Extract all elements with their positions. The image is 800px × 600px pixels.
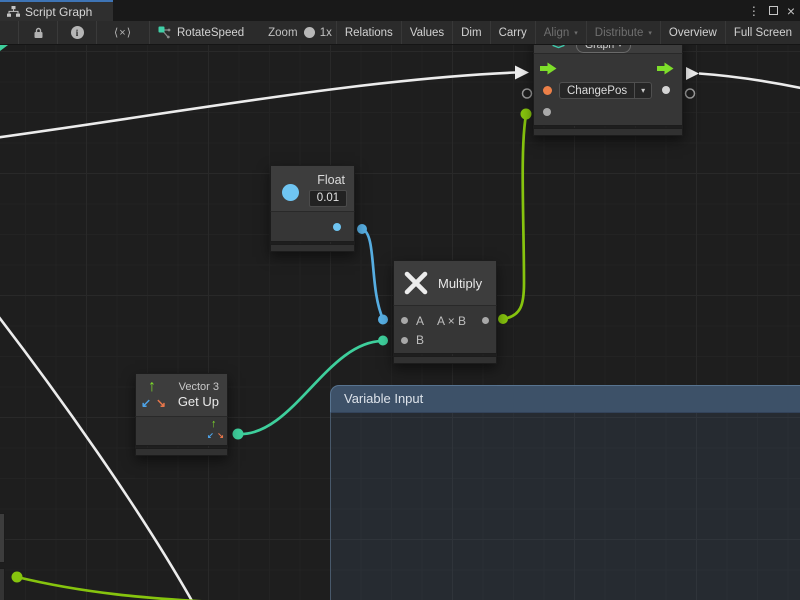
multiply-input-b-port[interactable]: [401, 337, 408, 344]
offscreen-green-wire: [17, 577, 262, 600]
graph-asset-name[interactable]: RotateSpeed: [177, 27, 244, 39]
vector-node-title: Get Up: [178, 394, 219, 409]
lock-button[interactable]: [19, 21, 57, 44]
zoom-value: 1x: [320, 27, 332, 39]
float-node-body: [270, 212, 355, 242]
lock-icon: [33, 27, 44, 39]
toolbar-button-group: Relations Values Dim Carry Align▾ Distri…: [336, 21, 800, 44]
float-type-icon: [282, 184, 299, 201]
info-icon: i: [71, 26, 84, 39]
values-button[interactable]: Values: [401, 21, 452, 44]
float-node-title: Float: [317, 173, 345, 187]
vector-output-port[interactable]: ↑ ↙ ↘: [207, 420, 224, 440]
event-right-port-ring: [686, 89, 695, 98]
float-value-field[interactable]: 0.01: [309, 190, 347, 207]
port-label-result: A × B: [437, 314, 466, 328]
flow-in-port[interactable]: [540, 62, 557, 75]
window-maximize-icon[interactable]: [769, 6, 778, 15]
multiply-node-header[interactable]: Multiply: [393, 260, 497, 306]
float-output-port[interactable]: [333, 223, 341, 231]
float-node[interactable]: Float 0.01: [270, 165, 355, 252]
flow-arrowhead-in: [515, 66, 529, 80]
event-node-header[interactable]: <> Graph ▾: [533, 45, 683, 54]
tab-bar: Script Graph ⋮ ×: [0, 0, 800, 21]
event-value-input-port[interactable]: [543, 108, 551, 116]
caret-down-icon: ▾: [574, 29, 578, 37]
window-close-icon[interactable]: ×: [787, 4, 795, 18]
port-label-b: B: [416, 333, 424, 347]
teal-corner-arrow: [0, 45, 8, 51]
multiply-node-body: A A × B B: [393, 306, 497, 354]
vector-node-body: ↑ ↙ ↘: [135, 417, 228, 446]
fullscreen-button[interactable]: Full Screen: [725, 21, 800, 44]
multiply-node[interactable]: Multiply A A × B B: [393, 260, 497, 364]
vector-get-up-node[interactable]: ↑ ↙ ↘ Vector 3 Get Up ↑ ↙ ↘: [135, 373, 228, 456]
float-node-header[interactable]: Float 0.01: [270, 165, 355, 212]
multiply-node-title: Multiply: [438, 276, 482, 291]
caret-down-icon: ▾: [648, 29, 652, 37]
caret-down-icon: ▾: [634, 83, 651, 98]
graph-asset-icon: [153, 21, 175, 44]
flow-arrowhead-out: [686, 67, 699, 80]
flow-wire-out: [699, 74, 800, 90]
graph-toolbar: i ⟨×⟩ RotateSpeed Zoom 1x Relations Valu…: [0, 21, 800, 45]
group-title: Variable Input: [344, 391, 423, 406]
float-node-footer: [270, 244, 355, 252]
zoom-slider[interactable]: [304, 32, 312, 34]
group-header[interactable]: Variable Input: [330, 385, 800, 413]
carry-button[interactable]: Carry: [490, 21, 535, 44]
graph-hierarchy-icon: [7, 6, 20, 17]
event-node-footer: [533, 128, 683, 136]
flow-wire-in: [0, 73, 515, 139]
overview-button[interactable]: Overview: [660, 21, 725, 44]
flow-wire-bottom: [0, 312, 196, 600]
graph-scope-dropdown[interactable]: Graph ▾: [576, 45, 631, 53]
distribute-button: Distribute▾: [586, 21, 660, 44]
tab-script-graph[interactable]: Script Graph: [0, 0, 113, 21]
vector-node-header[interactable]: ↑ ↙ ↘ Vector 3 Get Up: [135, 373, 228, 417]
caret-down-icon: ▾: [618, 45, 622, 49]
graph-canvas[interactable]: Variable Input: [0, 45, 800, 600]
flow-out-port[interactable]: [657, 62, 674, 75]
zoom-slider-knob[interactable]: [304, 27, 315, 38]
code-view-button[interactable]: ⟨×⟩: [97, 21, 149, 44]
multiply-node-footer: [393, 356, 497, 364]
group-variable-input[interactable]: Variable Input: [330, 385, 800, 600]
offscreen-node-header[interactable]: [0, 513, 5, 563]
multiply-result-port[interactable]: [482, 317, 489, 324]
align-button: Align▾: [535, 21, 586, 44]
variable-name-port[interactable]: [543, 86, 552, 95]
code-view-icon: ⟨×⟩: [114, 26, 132, 39]
group-body: [330, 413, 800, 600]
multiply-input-a-port[interactable]: [401, 317, 408, 324]
tab-title: Script Graph: [25, 5, 92, 19]
vector-node-footer: [135, 448, 228, 456]
window-controls: ⋮ ×: [748, 0, 795, 21]
port-label-a: A: [416, 314, 424, 328]
multiply-result-wire: [503, 115, 526, 319]
variable-dropdown[interactable]: ChangePos ▾: [559, 82, 652, 99]
event-node[interactable]: <> Graph ▾ ChangePos ▾: [533, 45, 683, 136]
info-button[interactable]: i: [58, 21, 96, 44]
multiply-x-icon: [403, 270, 429, 296]
variable-dropdown-value: ChangePos: [560, 83, 634, 98]
script-graph-window: Script Graph ⋮ × i ⟨×⟩: [0, 0, 800, 600]
event-node-body: ChangePos ▾: [533, 54, 683, 126]
toolbar-separator: [149, 21, 150, 44]
dim-button[interactable]: Dim: [452, 21, 489, 44]
vector3-icon: ↑ ↙ ↘: [141, 381, 167, 409]
vector-node-type: Vector 3: [179, 381, 219, 393]
relations-button[interactable]: Relations: [336, 21, 401, 44]
script-brackets-icon: <>: [552, 45, 564, 52]
event-output-port[interactable]: [662, 86, 670, 94]
window-menu-icon[interactable]: ⋮: [748, 5, 760, 17]
zoom-label: Zoom: [268, 27, 297, 39]
float-wire: [362, 229, 383, 319]
event-left-port-ring: [523, 89, 532, 98]
offscreen-node-body[interactable]: [0, 568, 5, 600]
